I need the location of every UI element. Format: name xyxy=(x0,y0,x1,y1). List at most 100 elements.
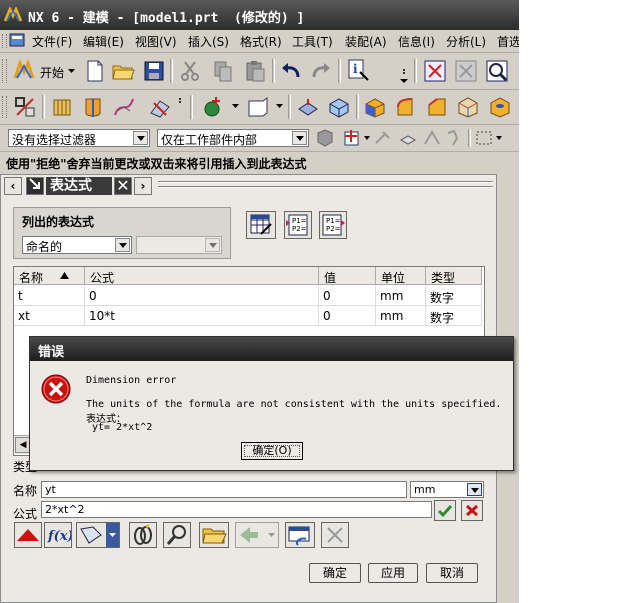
redo-icon[interactable] xyxy=(309,59,333,83)
menu-tools[interactable]: 工具(T) xyxy=(292,33,333,50)
chamfer-icon[interactable] xyxy=(425,95,449,119)
apply-button[interactable]: 应用 xyxy=(368,563,418,583)
zoom-icon[interactable] xyxy=(485,59,509,83)
svg-text:P1=: P1= xyxy=(292,217,307,225)
menu-information[interactable]: 信息(I) xyxy=(398,33,435,50)
end-point-icon[interactable] xyxy=(373,128,393,148)
menu-edit[interactable]: 编辑(E) xyxy=(83,33,124,50)
function-button[interactable] xyxy=(14,522,42,548)
datum-plane-icon[interactable] xyxy=(246,95,270,119)
menu-view[interactable]: 视图(V) xyxy=(135,33,177,50)
new-file-icon[interactable] xyxy=(83,59,107,83)
tab-close-button[interactable]: ✕ xyxy=(114,177,132,195)
selection-filter-icon[interactable] xyxy=(315,128,335,148)
import-expressions-button[interactable]: P1= P2= xyxy=(284,211,312,239)
menu-preferences[interactable]: 首选 xyxy=(497,33,519,50)
search-expression-button[interactable] xyxy=(163,522,191,548)
tab-expressions[interactable]: 表达式 xyxy=(46,177,112,195)
measure-button[interactable] xyxy=(76,522,120,548)
column-header-unit[interactable]: 单位 xyxy=(376,267,426,285)
datum-point-icon[interactable] xyxy=(202,95,226,119)
reference-button[interactable] xyxy=(129,522,157,548)
insert-function-button[interactable]: f(x) xyxy=(44,522,74,548)
menu-assembly[interactable]: 装配(A) xyxy=(345,33,387,50)
column-header-type[interactable]: 类型 xyxy=(426,267,482,285)
plane-dropdown-icon[interactable] xyxy=(276,104,283,109)
sketch-icon[interactable] xyxy=(13,95,37,119)
revolve-icon[interactable] xyxy=(81,95,105,119)
column-header-value[interactable]: 值 xyxy=(319,267,376,285)
start-button[interactable]: 开始 xyxy=(40,64,64,81)
shell-icon[interactable] xyxy=(327,95,351,119)
toolbar-separator xyxy=(356,95,359,119)
select-dropdown-icon[interactable] xyxy=(496,136,502,140)
menu-format[interactable]: 格式(R) xyxy=(240,33,282,50)
tab-pin-button[interactable] xyxy=(26,177,44,195)
fit-view-icon[interactable] xyxy=(423,59,447,83)
svg-text:i: i xyxy=(353,62,358,76)
update-button xyxy=(235,522,279,548)
toolbar-overflow-icon[interactable] xyxy=(176,97,184,111)
toolbar-grip xyxy=(2,96,7,118)
column-header-name[interactable]: 名称 xyxy=(14,267,85,285)
selection-scope-dropdown[interactable]: 仅在工作部件内部 xyxy=(157,129,309,147)
ok-button[interactable]: 确定 xyxy=(309,563,361,583)
undo-icon[interactable] xyxy=(279,59,303,83)
snap-point-icon[interactable] xyxy=(343,128,363,148)
name-field[interactable]: yt xyxy=(41,481,407,498)
cancel-button[interactable]: 取消 xyxy=(426,563,478,583)
trim-icon[interactable] xyxy=(148,95,172,119)
snap-dropdown-icon[interactable] xyxy=(364,136,370,140)
cut-icon[interactable] xyxy=(178,59,202,83)
error-ok-button[interactable]: 确定(O) xyxy=(241,442,303,460)
reject-edit-button[interactable] xyxy=(461,500,483,521)
rectangle-select-icon[interactable] xyxy=(474,128,494,148)
rename-button[interactable] xyxy=(285,522,315,548)
datum-dropdown-icon[interactable] xyxy=(232,104,239,109)
menu-analysis[interactable]: 分析(L) xyxy=(446,33,486,50)
column-header-formula[interactable]: 公式 xyxy=(85,267,319,285)
type-filter-dropdown[interactable]: 没有选择过滤器 xyxy=(8,129,150,147)
chevron-down-icon[interactable] xyxy=(133,131,148,145)
start-dropdown-icon[interactable] xyxy=(68,69,75,74)
intersection-icon[interactable] xyxy=(445,128,465,148)
import-expressions-icon: P1=P2= xyxy=(286,214,308,236)
sweep-icon[interactable] xyxy=(112,95,136,119)
spreadsheet-edit-button[interactable] xyxy=(246,211,276,239)
toolbar-overflow-icon[interactable] xyxy=(400,67,408,85)
chevron-down-icon[interactable] xyxy=(467,483,482,496)
extrude-icon[interactable] xyxy=(50,95,74,119)
accept-edit-button[interactable] xyxy=(434,500,456,521)
delete-expression-button[interactable] xyxy=(321,522,349,548)
information-icon[interactable]: i xyxy=(346,58,370,82)
open-file-button[interactable] xyxy=(199,522,229,548)
draft-icon[interactable] xyxy=(456,95,480,119)
menu-insert[interactable]: 插入(S) xyxy=(188,33,229,50)
cell-formula-text: 10*t xyxy=(89,309,115,323)
formula-field[interactable]: 2*xt^2 xyxy=(41,501,432,518)
control-point-icon[interactable] xyxy=(422,128,442,148)
open-folder-icon[interactable] xyxy=(111,59,135,83)
cell-value-text: 0 xyxy=(323,309,331,323)
menu-file[interactable]: 文件(F) xyxy=(32,33,72,50)
cell-type: 数字 xyxy=(426,306,482,326)
paste-icon[interactable] xyxy=(243,59,267,83)
export-expressions-button[interactable]: P1= P2= xyxy=(319,211,347,239)
status-prompt: 使用"拒绝"舍弃当前更改或双击来将引用插入到此表达式 xyxy=(0,152,519,172)
unit-dropdown[interactable]: mm xyxy=(410,481,484,498)
edge-blend-icon[interactable] xyxy=(394,95,418,119)
error-icon xyxy=(41,374,71,404)
start-icon[interactable] xyxy=(12,58,36,82)
save-icon[interactable] xyxy=(142,59,166,83)
listed-filter-dropdown[interactable]: 命名的 xyxy=(22,236,132,254)
chevron-down-icon[interactable] xyxy=(292,131,307,145)
chevron-down-icon[interactable] xyxy=(115,238,130,252)
hole-icon[interactable] xyxy=(488,95,512,119)
copy-icon[interactable] xyxy=(211,59,235,83)
block-icon[interactable] xyxy=(363,95,387,119)
tab-back-button[interactable]: ‹ xyxy=(4,177,22,195)
offset-face-icon[interactable] xyxy=(296,95,320,119)
mid-point-icon[interactable] xyxy=(398,128,418,148)
tab-forward-button[interactable]: › xyxy=(134,177,152,195)
zoom-window-icon[interactable] xyxy=(454,59,478,83)
